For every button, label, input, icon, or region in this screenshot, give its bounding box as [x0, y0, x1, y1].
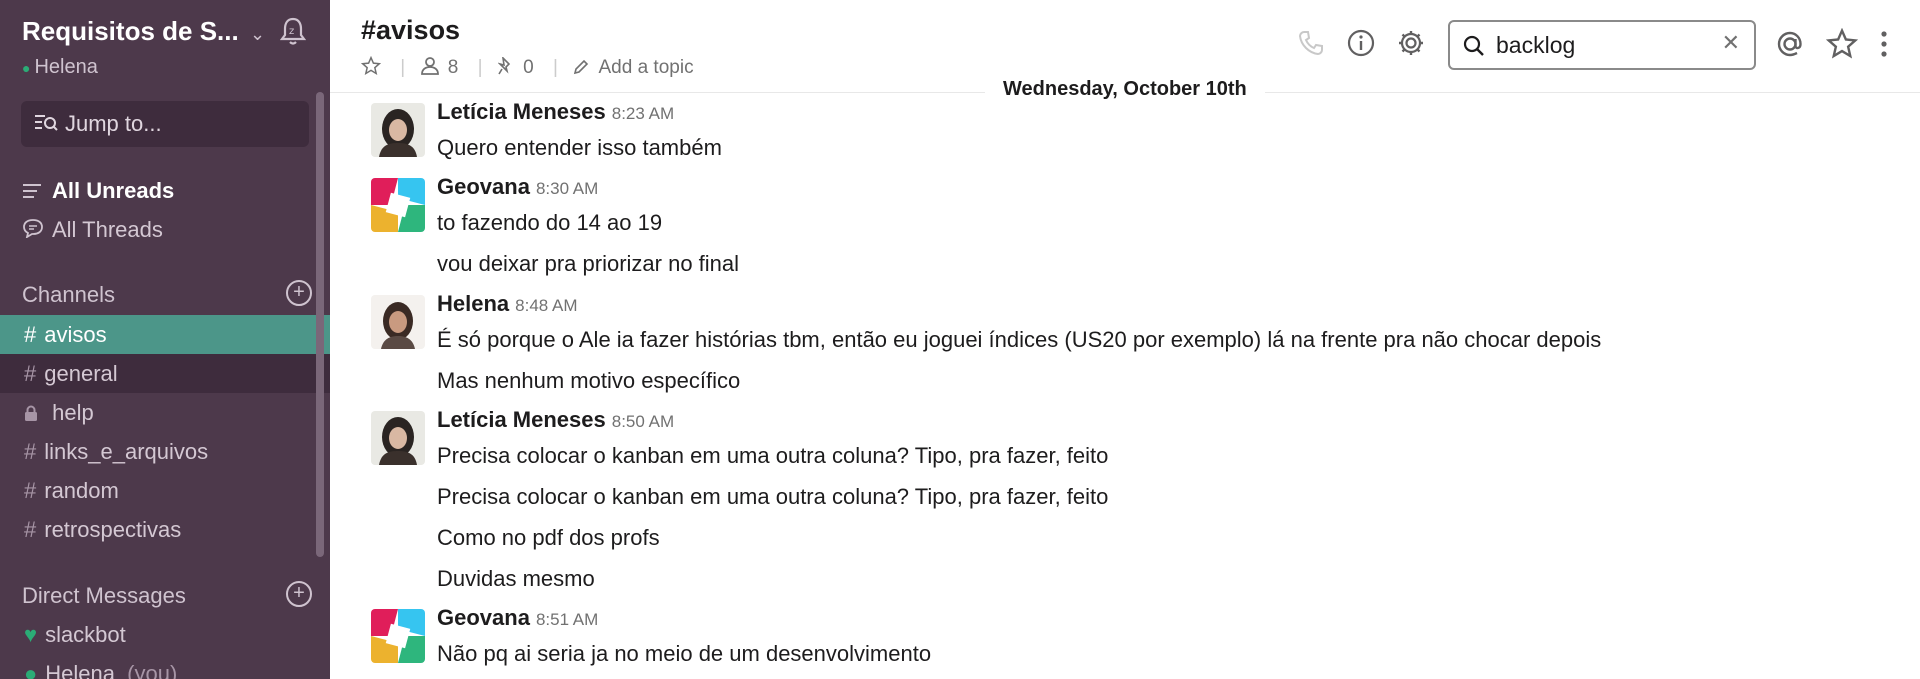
add-dm-icon[interactable]: + — [286, 581, 312, 607]
channels-heading: Channels — [22, 282, 115, 307]
channel-item-general[interactable]: # general — [0, 354, 330, 393]
svg-text:z: z — [289, 26, 294, 37]
search-icon — [1462, 34, 1486, 64]
message-time[interactable]: 8:51 AM — [536, 610, 598, 629]
clear-search-icon[interactable]: ✕ — [1722, 30, 1740, 56]
phone-icon[interactable] — [1296, 28, 1330, 62]
threads-icon — [22, 218, 44, 244]
message-author[interactable]: Helena 8:48 AM — [437, 291, 578, 317]
channel-title: #avisos — [361, 15, 461, 45]
sidebar: Requisitos de S... ⌄ z ● Helena Jump to..… — [0, 0, 330, 679]
message-text: Precisa colocar o kanban em uma outra co… — [437, 484, 1109, 509]
add-topic-link[interactable]: Add a topic — [599, 57, 694, 78]
avatar[interactable] — [371, 295, 425, 349]
message-text: Não pq ai seria ja no meio de um desenvo… — [437, 641, 932, 666]
mention-icon[interactable] — [1774, 28, 1808, 62]
avatar[interactable] — [371, 178, 425, 232]
channel-name: general — [44, 361, 118, 386]
channel-name: avisos — [44, 322, 107, 347]
channel-name: links_e_arquivos — [44, 439, 209, 464]
message-text: Quero entender isso também — [437, 135, 722, 160]
channel-item-help[interactable]: help — [0, 393, 330, 432]
avatar[interactable] — [371, 609, 425, 663]
message-text: Precisa colocar o kanban em uma outra co… — [437, 443, 1109, 468]
hash-icon: # — [24, 478, 37, 503]
channel-item-links-e-arquivos[interactable]: # links_e_arquivos — [0, 432, 330, 471]
jump-to-label: Jump to... — [65, 111, 162, 136]
dm-name: Helena — [45, 661, 116, 679]
chevron-down-icon[interactable]: ⌄ — [250, 24, 265, 45]
member-count[interactable]: 8 — [448, 57, 459, 78]
message-text: É só porque o Ale ia fazer histórias tbm… — [437, 327, 1602, 352]
pencil-icon — [573, 57, 594, 78]
bell-snooze-icon[interactable]: z — [279, 16, 307, 51]
add-channel-icon[interactable]: + — [286, 280, 312, 306]
avatar[interactable] — [371, 103, 425, 157]
pin-count[interactable]: 0 — [523, 57, 534, 78]
dm-section-header[interactable]: Direct Messages + — [22, 581, 312, 609]
message-text: to fazendo do 14 ao 19 — [437, 210, 663, 235]
nav-all-unreads[interactable]: All Unreads — [22, 178, 174, 205]
message-time[interactable]: 8:30 AM — [536, 179, 598, 198]
workspace-name[interactable]: Requisitos de S... — [22, 16, 312, 47]
dm-item-slackbot[interactable]: ♥ slackbot — [0, 615, 330, 654]
channel-item-retrospectivas[interactable]: # retrospectivas — [0, 510, 330, 549]
dm-heading: Direct Messages — [22, 583, 186, 608]
jump-to-icon — [33, 112, 59, 138]
pin-icon[interactable] — [497, 55, 519, 78]
hash-icon: # — [24, 322, 37, 347]
message-time[interactable]: 8:48 AM — [515, 296, 577, 315]
lines-icon — [22, 179, 44, 205]
channel-name: help — [52, 400, 94, 425]
avatar[interactable] — [371, 411, 425, 465]
jump-to-button[interactable]: Jump to... — [21, 101, 309, 147]
sidebar-scrollbar[interactable] — [316, 92, 324, 557]
nav-all-threads[interactable]: All Threads — [22, 217, 163, 244]
dm-item-helena[interactable]: ● Helena (you) — [0, 654, 330, 679]
message-text: Como no pdf dos profs — [437, 525, 660, 550]
channel-name: random — [44, 478, 119, 503]
nav-all-threads-label: All Threads — [52, 217, 163, 242]
message-author[interactable]: Geovana 8:51 AM — [437, 605, 598, 631]
channel-item-avisos[interactable]: # avisos — [0, 315, 330, 354]
dm-you-suffix: (you) — [127, 661, 178, 679]
message-text: Duvidas mesmo — [437, 566, 595, 591]
search-input[interactable]: backlog — [1496, 32, 1575, 58]
channels-section-header[interactable]: Channels + — [22, 280, 312, 308]
current-user-name: Helena — [34, 56, 98, 78]
message-text: vou deixar pra priorizar no final — [437, 251, 740, 276]
message-author[interactable]: Geovana 8:30 AM — [437, 174, 598, 200]
lock-icon — [24, 400, 44, 425]
info-icon[interactable] — [1346, 28, 1380, 62]
dm-name: slackbot — [45, 622, 126, 647]
presence-icon: ● — [22, 60, 31, 76]
date-divider: Wednesday, October 10th — [985, 78, 1265, 101]
presence-icon: ● — [24, 661, 38, 679]
channel-name: retrospectivas — [44, 517, 182, 542]
star-icon[interactable] — [1825, 27, 1860, 62]
search-field[interactable]: backlog ✕ — [1448, 20, 1756, 70]
message-time[interactable]: 8:23 AM — [612, 104, 674, 123]
channel-item-random[interactable]: # random — [0, 471, 330, 510]
message-author[interactable]: Letícia Meneses 8:50 AM — [437, 407, 674, 433]
workspace-header[interactable]: Requisitos de S... ⌄ z — [22, 16, 312, 47]
message-text: Mas nenhum motivo específico — [437, 368, 741, 393]
more-vertical-icon[interactable] — [1874, 28, 1908, 62]
hash-icon: # — [24, 439, 37, 464]
message-author[interactable]: Letícia Meneses 8:23 AM — [437, 99, 674, 125]
heart-icon: ♥ — [24, 622, 38, 647]
message-time[interactable]: 8:50 AM — [612, 412, 674, 431]
nav-all-unreads-label: All Unreads — [52, 178, 175, 203]
hash-icon: # — [24, 361, 37, 386]
current-user[interactable]: ● Helena — [22, 56, 98, 79]
gear-icon[interactable] — [1396, 28, 1430, 62]
hash-icon: # — [24, 517, 37, 542]
members-icon[interactable] — [420, 57, 444, 78]
channel-meta: | 8 | 0 | Add a topic — [360, 55, 698, 79]
star-icon[interactable] — [360, 55, 386, 78]
